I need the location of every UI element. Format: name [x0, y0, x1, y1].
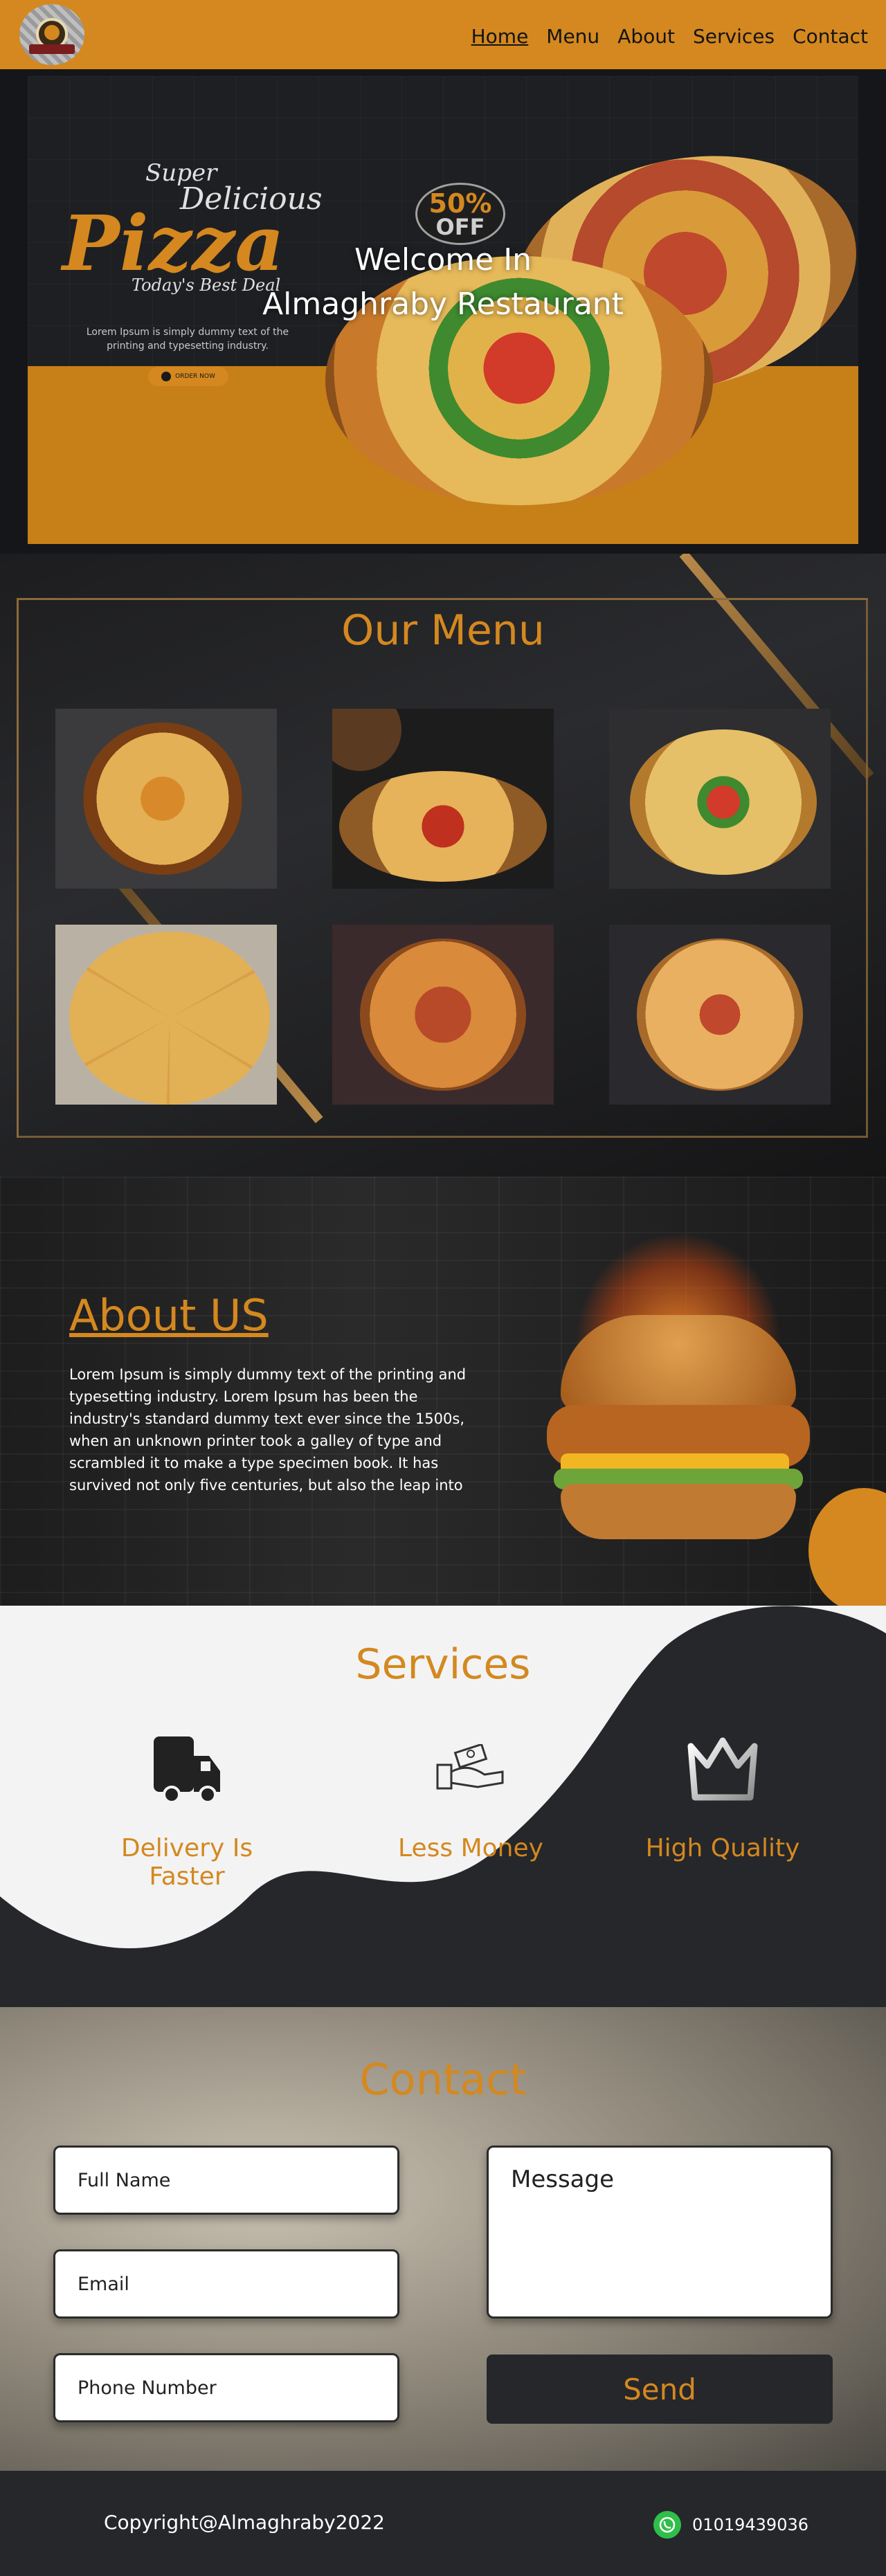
service-delivery: Delivery Is Faster — [83, 1730, 291, 1891]
services-title: Services — [355, 1640, 531, 1689]
full-name-placeholder: Full Name — [78, 2169, 171, 2191]
nav-link-contact[interactable]: Contact — [793, 25, 868, 48]
menu-item-pizza[interactable] — [55, 709, 277, 889]
menu-item-pizza[interactable] — [332, 925, 554, 1105]
service-label: Delivery Is Faster — [120, 1834, 253, 1891]
order-icon — [161, 372, 172, 381]
whatsapp-icon — [653, 2511, 682, 2539]
service-label: High Quality — [645, 1834, 800, 1862]
nav-link-about[interactable]: About — [617, 25, 675, 48]
restaurant-logo[interactable] — [19, 4, 84, 65]
order-now-button: ORDER NOW — [148, 367, 228, 386]
phone-number: 01019439036 — [692, 2515, 808, 2534]
order-now-label: ORDER NOW — [175, 373, 215, 380]
burger-bun-top — [561, 1315, 796, 1412]
nav-link-menu[interactable]: Menu — [546, 25, 599, 48]
service-label: Less Money — [398, 1834, 543, 1862]
discount-badge: 50% OFF — [415, 183, 505, 245]
service-quality: High Quality — [619, 1730, 826, 1862]
send-button[interactable]: Send — [487, 2355, 833, 2424]
welcome-line-2: Almaghraby Restaurant — [262, 287, 624, 322]
menu-item-pizza[interactable] — [609, 925, 831, 1105]
email-placeholder: Email — [78, 2273, 129, 2295]
message-placeholder: Message — [511, 2166, 615, 2193]
navbar: Home Menu About Services Contact — [0, 0, 886, 69]
pizza-photo-icon — [360, 938, 526, 1091]
services-section: Services Delivery Is Faster Less Money H… — [0, 1606, 886, 2007]
phone-placeholder: Phone Number — [78, 2377, 217, 2399]
menu-section: Our Menu — [0, 554, 886, 1177]
menu-grid — [55, 709, 831, 1105]
email-input[interactable]: Email — [53, 2249, 399, 2319]
sliced-pizza-photo-icon — [69, 932, 270, 1105]
about-text: Lorem Ipsum is simply dummy text of the … — [69, 1366, 467, 1494]
nav-link-home[interactable]: Home — [471, 25, 529, 48]
hero-welcome-heading: Welcome In Almaghraby Restaurant — [0, 238, 886, 327]
about-section: About US Lorem Ipsum is simply dummy tex… — [0, 1177, 886, 1606]
menu-item-pizza[interactable] — [332, 709, 554, 889]
menu-item-pizza[interactable] — [55, 925, 277, 1105]
discount-value: 50% — [428, 188, 492, 219]
message-textarea[interactable]: Message — [487, 2146, 833, 2319]
menu-title: Our Menu — [341, 606, 545, 655]
nav-links: Home Menu About Services Contact — [471, 25, 868, 48]
service-money: Less Money — [367, 1730, 575, 1862]
discount-label: OFF — [435, 214, 485, 240]
pizza-photo-icon — [630, 729, 817, 875]
crown-icon — [685, 1730, 761, 1806]
about-title: About US — [69, 1290, 269, 1341]
copyright-text: Copyright@Almaghraby2022 — [104, 2511, 385, 2534]
footer: Copyright@Almaghraby2022 01019439036 — [0, 2471, 886, 2576]
menu-item-pizza[interactable] — [609, 709, 831, 889]
contact-section: Contact Full Name Email Phone Number Mes… — [0, 2007, 886, 2471]
money-hand-icon — [433, 1730, 509, 1806]
welcome-line-1: Welcome In — [354, 242, 532, 278]
full-name-input[interactable]: Full Name — [53, 2146, 399, 2215]
contact-title: Contact — [359, 2054, 527, 2105]
nav-link-services[interactable]: Services — [693, 25, 775, 48]
hero-section: Super Delicious Pizza Today's Best Deal … — [0, 69, 886, 554]
pizza-photo-icon — [637, 938, 803, 1091]
footer-phone[interactable]: 01019439036 — [653, 2511, 808, 2539]
pizza-board — [332, 709, 401, 771]
pizza-slice-photo-icon — [339, 771, 547, 882]
truck-icon — [149, 1730, 225, 1806]
burger-image — [533, 1232, 817, 1564]
pizza-photo-icon — [83, 723, 242, 875]
phone-input[interactable]: Phone Number — [53, 2353, 399, 2422]
banner-lorem: Lorem Ipsum is simply dummy text of the … — [86, 327, 289, 352]
logo-ribbon — [29, 44, 75, 54]
burger-bun-bottom — [561, 1484, 796, 1539]
